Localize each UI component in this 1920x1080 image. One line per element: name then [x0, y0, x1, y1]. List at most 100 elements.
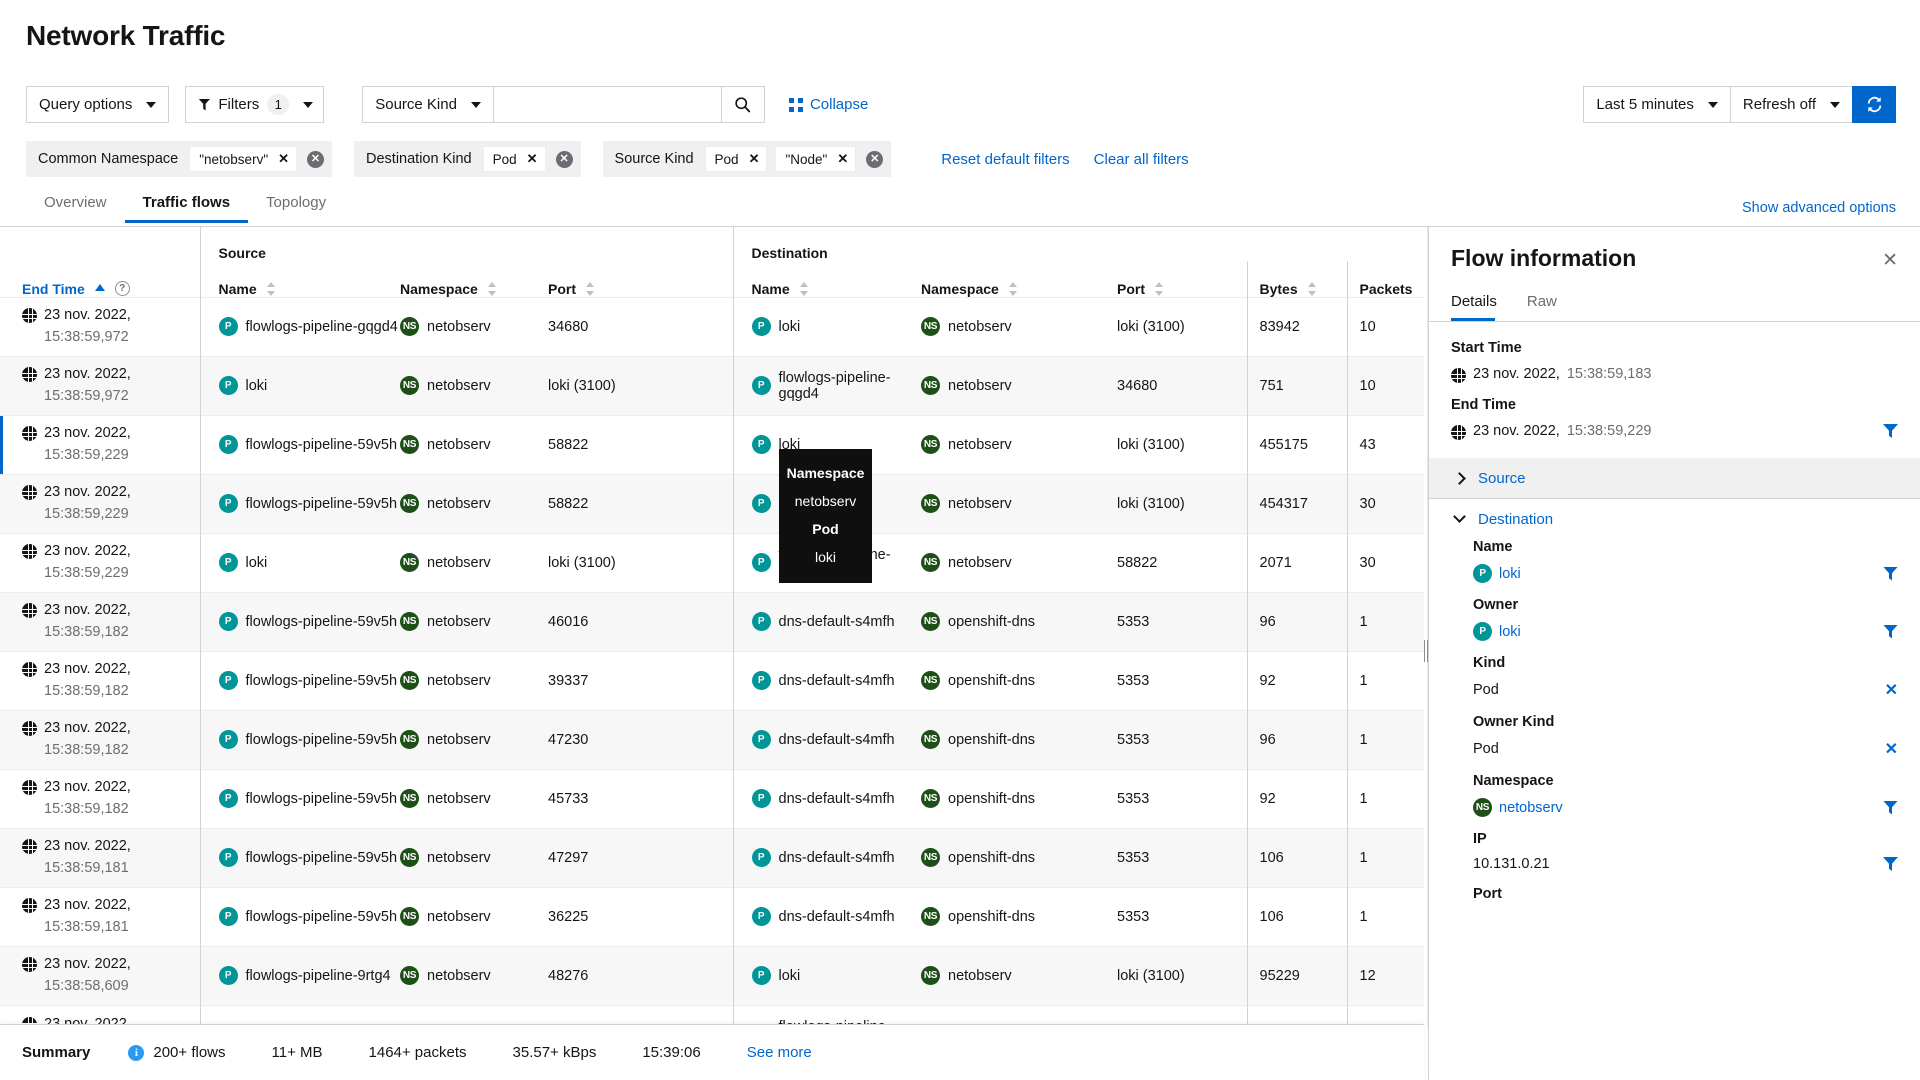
- namespace-icon: NS: [400, 671, 419, 690]
- tab-topology[interactable]: Topology: [248, 194, 344, 223]
- cell-source-namespace: NSnetobserv: [400, 415, 548, 474]
- table-row[interactable]: 23 nov. 2022,15:38:59,229PlokiNSnetobser…: [0, 533, 1424, 592]
- sort-icon[interactable]: [800, 282, 809, 296]
- table-row[interactable]: 23 nov. 2022,15:38:59,182Pflowlogs-pipel…: [0, 769, 1424, 828]
- cell-source-namespace-label: netobserv: [427, 319, 491, 335]
- table-row[interactable]: 23 nov. 2022,15:38:59,972Pflowlogs-pipel…: [0, 297, 1424, 356]
- destination-owner-link[interactable]: loki: [1499, 624, 1521, 640]
- column-header-packets[interactable]: Packets: [1347, 261, 1424, 297]
- column-header-end-time[interactable]: End Time ?: [0, 261, 200, 297]
- table-row[interactable]: 23 nov. 2022,15:38:59,229Pflowlogs-pipel…: [0, 474, 1424, 533]
- globe-icon: [22, 839, 37, 854]
- chip-group-clear-icon[interactable]: ✕: [307, 151, 324, 168]
- column-header-destination-namespace-label: Namespace: [921, 281, 999, 297]
- query-options-dropdown[interactable]: Query options: [26, 86, 169, 123]
- table-row[interactable]: 23 nov. 2022,15:38:59,182Pflowlogs-pipel…: [0, 710, 1424, 769]
- section-destination[interactable]: Destination: [1451, 499, 1898, 539]
- search-button[interactable]: [721, 86, 765, 123]
- sort-icon[interactable]: [1155, 282, 1164, 296]
- filter-icon[interactable]: [1883, 424, 1898, 438]
- filter-icon[interactable]: [1883, 567, 1898, 581]
- namespace-icon: NS: [921, 671, 940, 690]
- destination-namespace-link[interactable]: netobserv: [1499, 800, 1563, 816]
- table-row[interactable]: 23 nov. 2022,15:38:59,182Pflowlogs-pipel…: [0, 592, 1424, 651]
- time-range-dropdown[interactable]: Last 5 minutes: [1583, 86, 1730, 123]
- sort-icon[interactable]: [267, 282, 276, 296]
- table-row[interactable]: 23 nov. 2022,15:38:59,181Pflowlogs-pipel…: [0, 887, 1424, 946]
- sort-icon[interactable]: [488, 282, 497, 296]
- chip-group-clear-icon[interactable]: ✕: [866, 151, 883, 168]
- cell-bytes-label: 83942: [1248, 319, 1347, 335]
- chevron-down-icon: [1830, 102, 1840, 108]
- pod-icon: P: [219, 553, 238, 572]
- cell-end-time: 23 nov. 2022,15:38:59,182: [0, 592, 200, 651]
- table-row[interactable]: 23 nov. 2022,15:38:59,229Pflowlogs-pipel…: [0, 415, 1424, 474]
- namespace-icon: NS: [400, 317, 419, 336]
- column-header-bytes[interactable]: Bytes: [1247, 261, 1347, 297]
- column-header-destination-name[interactable]: Name: [733, 261, 921, 297]
- field-value-owner-kind: Pod: [1473, 741, 1499, 757]
- reset-default-filters-button[interactable]: Reset default filters: [941, 151, 1069, 168]
- filters-dropdown[interactable]: Filters 1: [185, 86, 324, 123]
- chip-remove-icon[interactable]: ✕: [527, 151, 538, 167]
- cell-source-name: Pflowlogs-pipeline-59v5h: [200, 592, 400, 651]
- sort-icon[interactable]: [586, 282, 595, 296]
- source-kind-select[interactable]: Source Kind: [362, 86, 493, 123]
- cell-source-name-label: flowlogs-pipeline-59v5h: [246, 614, 398, 630]
- column-header-destination-port[interactable]: Port: [1117, 261, 1247, 297]
- cell-destination-port-label: 5353: [1117, 673, 1247, 689]
- column-header-end-time-label: End Time: [22, 281, 85, 297]
- see-more-link[interactable]: See more: [747, 1044, 812, 1061]
- collapse-label: Collapse: [810, 96, 868, 113]
- chip-group-clear-icon[interactable]: ✕: [556, 151, 573, 168]
- filter-icon[interactable]: [1883, 857, 1898, 871]
- chip-remove-icon[interactable]: ✕: [278, 151, 289, 167]
- filter-chip[interactable]: "Node" ✕: [775, 146, 856, 172]
- cell-packets-label: 10: [1348, 319, 1425, 335]
- collapse-button[interactable]: Collapse: [789, 86, 868, 123]
- cell-packets: 43: [1347, 415, 1424, 474]
- column-header-destination-port-label: Port: [1117, 281, 1145, 297]
- filter-icon[interactable]: [1883, 625, 1898, 639]
- close-icon[interactable]: ✕: [1882, 251, 1898, 270]
- sort-icon[interactable]: [1308, 282, 1317, 296]
- remove-filter-icon[interactable]: ✕: [1885, 680, 1898, 700]
- table-row[interactable]: 23 nov. 2022,15:38:59,182Pflowlogs-pipel…: [0, 651, 1424, 710]
- sort-icon[interactable]: [1009, 282, 1018, 296]
- namespace-icon: NS: [921, 789, 940, 808]
- cell-destination-namespace-label: netobserv: [948, 378, 1012, 394]
- column-header-source-name[interactable]: Name: [200, 261, 400, 297]
- column-header-source-namespace[interactable]: Namespace: [400, 261, 548, 297]
- refresh-button[interactable]: [1852, 86, 1896, 123]
- filter-chip[interactable]: Pod ✕: [705, 146, 768, 172]
- tab-traffic-flows[interactable]: Traffic flows: [125, 194, 249, 223]
- filter-chip[interactable]: "netobserv" ✕: [189, 146, 297, 172]
- clear-all-filters-button[interactable]: Clear all filters: [1094, 151, 1189, 168]
- show-advanced-options-link[interactable]: Show advanced options: [1742, 200, 1896, 216]
- pod-icon: P: [752, 553, 771, 572]
- table-row[interactable]: 23 nov. 2022,15:38:58,609Pflowlogs-pipel…: [0, 946, 1424, 1005]
- cell-source-name-label: flowlogs-pipeline-59v5h: [246, 850, 398, 866]
- table-row[interactable]: 23 nov. 2022,15:38:59,972PlokiNSnetobser…: [0, 356, 1424, 415]
- panel-tab-raw[interactable]: Raw: [1527, 293, 1571, 321]
- flows-table-container[interactable]: Source Destination End Time ?: [0, 227, 1424, 1027]
- help-icon[interactable]: ?: [115, 281, 130, 296]
- search-input[interactable]: [493, 86, 721, 123]
- chip-remove-icon[interactable]: ✕: [837, 151, 848, 167]
- panel-tab-details[interactable]: Details: [1451, 293, 1511, 321]
- refresh-interval-dropdown[interactable]: Refresh off: [1730, 86, 1852, 123]
- chip-remove-icon[interactable]: ✕: [749, 151, 760, 167]
- filter-chip[interactable]: Pod ✕: [483, 146, 546, 172]
- column-header-source-port[interactable]: Port: [548, 261, 733, 297]
- filter-icon[interactable]: [1883, 801, 1898, 815]
- destination-name-link[interactable]: loki: [1499, 566, 1521, 582]
- tab-overview[interactable]: Overview: [26, 194, 125, 223]
- column-header-destination-namespace[interactable]: Namespace: [921, 261, 1117, 297]
- remove-filter-icon[interactable]: ✕: [1885, 739, 1898, 759]
- section-source[interactable]: Source: [1429, 458, 1920, 498]
- pod-icon: P: [1473, 564, 1492, 583]
- table-row[interactable]: 23 nov. 2022,15:38:59,181Pflowlogs-pipel…: [0, 828, 1424, 887]
- cell-destination-namespace-label: netobserv: [948, 437, 1012, 453]
- sort-ascending-icon[interactable]: [95, 284, 105, 291]
- field-row-owner-kind: Pod ✕: [1473, 739, 1898, 759]
